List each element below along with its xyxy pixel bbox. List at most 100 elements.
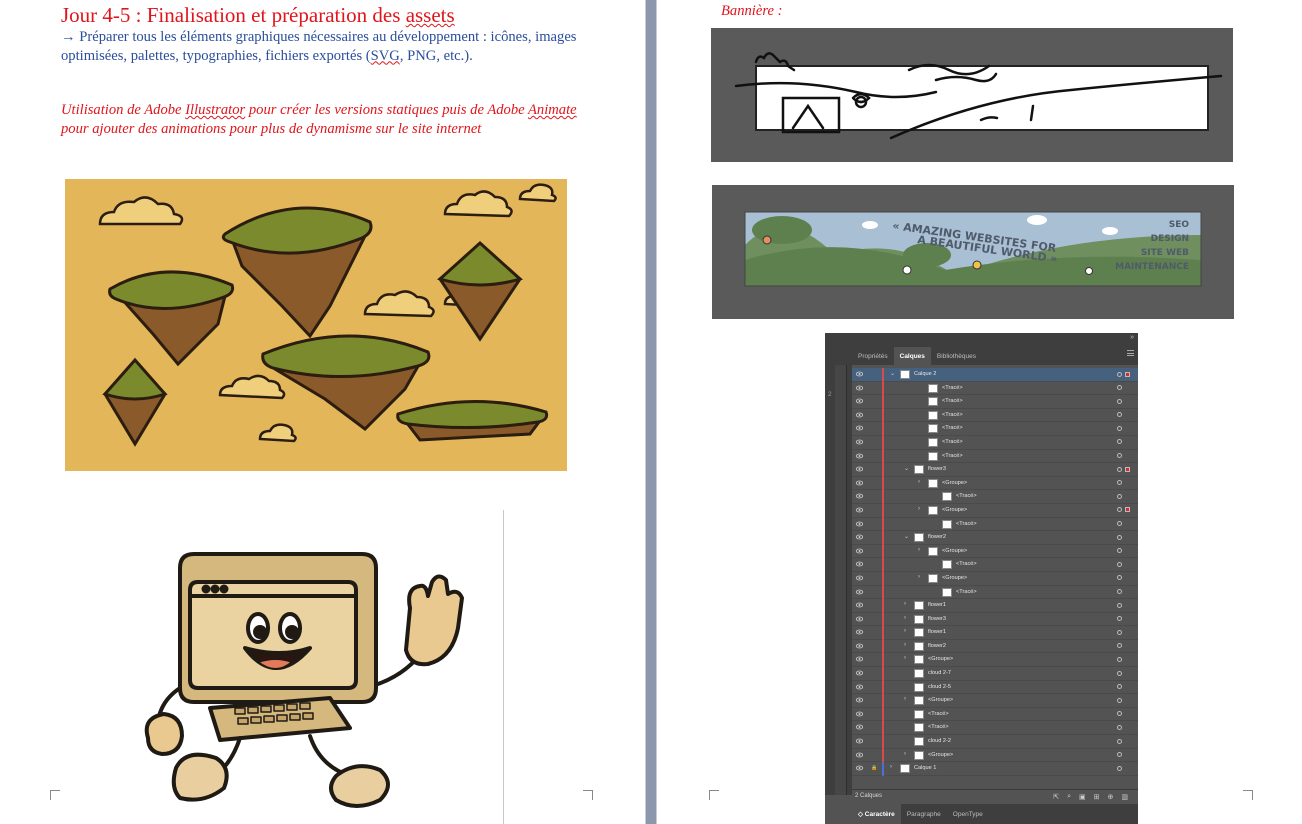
layer-row[interactable]: › <Groupe>: [852, 503, 1138, 518]
visibility-eye-icon[interactable]: [856, 724, 863, 730]
target-circle-icon[interactable]: [1117, 575, 1122, 581]
visibility-eye-icon[interactable]: [856, 589, 863, 595]
clipping-mask-icon[interactable]: ▣: [1079, 793, 1086, 801]
visibility-eye-icon[interactable]: [856, 602, 863, 608]
chevron-right-icon[interactable]: ›: [904, 601, 906, 607]
visibility-eye-icon[interactable]: [856, 643, 863, 649]
target-circle-icon[interactable]: [1117, 765, 1122, 771]
layer-row[interactable]: <Tracé>: [852, 721, 1138, 736]
chevron-right-icon[interactable]: ›: [904, 696, 906, 702]
layer-row[interactable]: <Tracé>: [852, 707, 1138, 722]
visibility-eye-icon[interactable]: [856, 575, 863, 581]
visibility-eye-icon[interactable]: [856, 412, 863, 418]
layer-row[interactable]: › flower1: [852, 599, 1138, 613]
visibility-eye-icon[interactable]: [856, 711, 863, 717]
selection-indicator-icon[interactable]: [1125, 507, 1130, 513]
layer-row[interactable]: › flower1: [852, 626, 1138, 640]
visibility-eye-icon[interactable]: [856, 765, 863, 771]
visibility-eye-icon[interactable]: [856, 425, 863, 431]
target-circle-icon[interactable]: [1117, 684, 1122, 690]
layer-row[interactable]: <Tracé>: [852, 490, 1138, 504]
target-circle-icon[interactable]: [1117, 697, 1122, 703]
visibility-eye-icon[interactable]: [856, 521, 863, 527]
visibility-eye-icon[interactable]: [856, 453, 863, 459]
target-circle-icon[interactable]: [1117, 412, 1122, 418]
target-circle-icon[interactable]: [1117, 480, 1122, 486]
visibility-eye-icon[interactable]: [856, 548, 863, 554]
layer-row[interactable]: <Tracé>: [852, 435, 1138, 450]
export-icon[interactable]: ⇱: [1053, 793, 1059, 801]
target-circle-icon[interactable]: [1117, 589, 1122, 594]
chevron-right-icon[interactable]: ›: [904, 642, 906, 648]
visibility-eye-icon[interactable]: [856, 697, 863, 703]
tab-bibliothèques[interactable]: Bibliothèques: [931, 347, 982, 365]
chevron-right-icon[interactable]: ›: [918, 547, 920, 553]
target-circle-icon[interactable]: [1117, 466, 1122, 472]
target-circle-icon[interactable]: [1117, 493, 1122, 499]
panel-menu-icon[interactable]: [1127, 350, 1134, 356]
layer-row[interactable]: <Tracé>: [852, 422, 1138, 436]
layer-row[interactable]: › flower2: [852, 639, 1138, 654]
visibility-eye-icon[interactable]: [856, 439, 863, 445]
chevron-right-icon[interactable]: ›: [918, 506, 920, 512]
visibility-eye-icon[interactable]: [856, 561, 863, 567]
chevron-right-icon[interactable]: ›: [890, 764, 892, 770]
target-circle-icon[interactable]: [1117, 724, 1122, 730]
trash-icon[interactable]: ▥: [1121, 793, 1128, 801]
target-circle-icon[interactable]: [1117, 534, 1122, 540]
visibility-eye-icon[interactable]: [856, 670, 863, 676]
target-circle-icon[interactable]: [1117, 521, 1122, 527]
target-circle-icon[interactable]: [1117, 656, 1122, 662]
target-circle-icon[interactable]: [1117, 371, 1122, 377]
chevron-down-icon[interactable]: ⌄: [904, 465, 909, 472]
layer-row[interactable]: › <Groupe>: [852, 544, 1138, 559]
new-sublayer-icon[interactable]: ⊞: [1094, 793, 1100, 801]
visibility-eye-icon[interactable]: [856, 534, 863, 540]
target-circle-icon[interactable]: [1117, 602, 1122, 608]
visibility-eye-icon[interactable]: [856, 466, 863, 472]
chevron-down-icon[interactable]: ⌄: [890, 370, 895, 377]
layer-row[interactable]: <Tracé>: [852, 517, 1138, 532]
target-circle-icon[interactable]: [1117, 507, 1122, 513]
target-circle-icon[interactable]: [1117, 398, 1122, 404]
layer-row[interactable]: › <Groupe>: [852, 476, 1138, 491]
layer-row[interactable]: › <Groupe>: [852, 653, 1138, 668]
chevron-right-icon[interactable]: ›: [904, 628, 906, 634]
layer-row[interactable]: › flower3: [852, 612, 1138, 627]
visibility-eye-icon[interactable]: [856, 480, 863, 486]
visibility-eye-icon[interactable]: [856, 629, 863, 635]
target-circle-icon[interactable]: [1117, 629, 1122, 635]
visibility-eye-icon[interactable]: [856, 616, 863, 622]
layer-row[interactable]: › <Groupe>: [852, 694, 1138, 708]
layer-row[interactable]: <Tracé>: [852, 558, 1138, 572]
lock-icon[interactable]: 🔒: [871, 765, 877, 771]
tab-calques[interactable]: Calques: [893, 347, 931, 365]
visibility-eye-icon[interactable]: [856, 738, 863, 744]
layer-row[interactable]: › <Groupe>: [852, 571, 1138, 586]
visibility-eye-icon[interactable]: [856, 752, 863, 758]
tab-propriétés[interactable]: Propriétés: [852, 347, 894, 365]
visibility-eye-icon[interactable]: [856, 398, 863, 404]
layer-row[interactable]: <Tracé>: [852, 395, 1138, 409]
target-circle-icon[interactable]: [1117, 752, 1122, 758]
chevron-right-icon[interactable]: ›: [918, 574, 920, 580]
target-circle-icon[interactable]: [1117, 548, 1122, 554]
layer-row[interactable]: <Tracé>: [852, 449, 1138, 464]
target-circle-icon[interactable]: [1117, 670, 1122, 676]
tab-caractère[interactable]: ◇ Caractère: [852, 804, 901, 824]
target-circle-icon[interactable]: [1117, 616, 1122, 622]
target-circle-icon[interactable]: [1117, 439, 1122, 445]
target-circle-icon[interactable]: [1117, 453, 1122, 459]
chevron-right-icon[interactable]: ›: [904, 751, 906, 757]
layer-row[interactable]: cloud 2-2: [852, 735, 1138, 749]
visibility-eye-icon[interactable]: [856, 684, 863, 690]
selection-indicator-icon[interactable]: [1125, 371, 1130, 377]
selection-indicator-icon[interactable]: [1125, 466, 1130, 472]
search-icon[interactable]: ⌕: [1067, 793, 1071, 801]
visibility-eye-icon[interactable]: [856, 493, 863, 499]
tab-paragraphe[interactable]: Paragraphe: [901, 804, 947, 824]
visibility-eye-icon[interactable]: [856, 507, 863, 513]
layer-row[interactable]: ⌄ flower2: [852, 531, 1138, 545]
target-circle-icon[interactable]: [1117, 561, 1122, 567]
target-circle-icon[interactable]: [1117, 643, 1122, 649]
